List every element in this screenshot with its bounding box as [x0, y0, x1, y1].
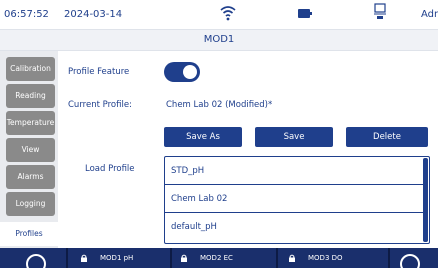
lock-icon [181, 254, 187, 262]
module-tab-label: MOD1 pH [100, 254, 134, 262]
list-item[interactable]: STD_pH [165, 158, 424, 185]
module-header: MOD1 [0, 29, 438, 51]
clock-date: 2024-03-14 [64, 9, 123, 20]
wifi-icon [220, 6, 236, 21]
module-title: MOD1 [203, 34, 235, 45]
load-profile-label: Load Profile [85, 164, 135, 174]
profile-list[interactable]: STD_pH Chem Lab 02 default_pH [164, 156, 430, 244]
module-tab-3[interactable]: MOD3 DO [288, 248, 382, 268]
battery-icon [298, 9, 312, 18]
nav-reading[interactable]: Reading [6, 84, 55, 108]
side-nav: Calibration Reading Temperature View Ala… [0, 51, 58, 248]
current-profile-value: Chem Lab 02 (Modified)* [166, 100, 273, 110]
save-as-button[interactable]: Save As [164, 127, 242, 147]
save-button[interactable]: Save [255, 127, 333, 147]
home-circle-icon[interactable] [26, 254, 46, 268]
module-tab-label: MOD3 DO [308, 254, 343, 262]
profile-feature-toggle[interactable] [164, 62, 200, 82]
current-profile-label: Current Profile: [68, 100, 132, 110]
nav-view[interactable]: View [6, 138, 55, 162]
clock-time: 06:57:52 [4, 9, 49, 20]
bottom-bar: MOD1 pH MOD2 EC MOD3 DO [0, 248, 438, 268]
divider [276, 248, 278, 268]
module-tab-1[interactable]: MOD1 pH [80, 248, 166, 268]
divider [388, 248, 390, 268]
usb-storage-icon[interactable] [374, 3, 386, 21]
menu-circle-icon[interactable] [400, 254, 420, 268]
profile-feature-label: Profile Feature [68, 67, 130, 77]
lock-icon [81, 254, 87, 262]
delete-button[interactable]: Delete [346, 127, 428, 147]
nav-calibration[interactable]: Calibration [6, 57, 55, 81]
user-label[interactable]: Adm [421, 9, 438, 20]
status-bar: 06:57:52 2024-03-14 Adm [0, 0, 438, 28]
list-scrollbar[interactable] [423, 158, 428, 242]
divider [66, 248, 68, 268]
list-item[interactable]: Chem Lab 02 [165, 186, 424, 213]
nav-profiles[interactable]: Profiles [0, 222, 58, 246]
lock-icon [289, 254, 295, 262]
nav-alarms[interactable]: Alarms [6, 165, 55, 189]
module-tab-label: MOD2 EC [200, 254, 233, 262]
nav-logging[interactable]: Logging [6, 192, 55, 216]
toggle-knob [183, 65, 197, 79]
divider [170, 248, 172, 268]
list-item[interactable]: default_pH [165, 214, 424, 241]
module-tab-2[interactable]: MOD2 EC [180, 248, 270, 268]
nav-temperature[interactable]: Temperature [6, 111, 55, 135]
